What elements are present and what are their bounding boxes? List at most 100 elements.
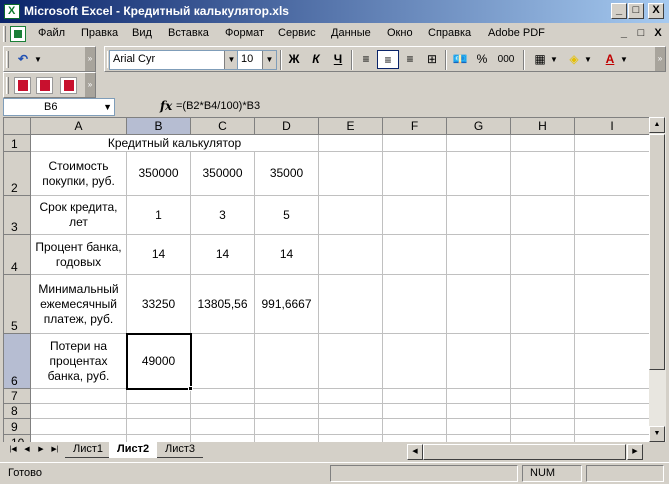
cell-g6[interactable]	[447, 334, 511, 389]
row-header-5[interactable]: 5	[4, 275, 31, 334]
toolbar-grip[interactable]	[6, 77, 9, 94]
cell-h1[interactable]	[511, 135, 575, 152]
prev-sheet-icon[interactable]: ◀	[21, 444, 33, 456]
cell-a4[interactable]: Процент банка, годовых	[31, 235, 127, 275]
cell-d2[interactable]: 35000	[255, 152, 319, 196]
excel-app-icon[interactable]	[4, 4, 20, 19]
cell-e2[interactable]	[319, 152, 383, 196]
maximize-button[interactable]: □	[628, 3, 644, 19]
cell-b5[interactable]: 33250	[127, 275, 191, 334]
column-header-d[interactable]: D	[255, 118, 319, 135]
cell-c6[interactable]	[191, 334, 255, 389]
insert-function-icon[interactable]: fx	[160, 99, 172, 113]
cell-e8[interactable]	[319, 404, 383, 419]
cell-b9[interactable]	[127, 419, 191, 435]
chevron-down-icon[interactable]: ▼	[103, 99, 112, 115]
column-header-a[interactable]: A	[31, 118, 127, 135]
column-header-g[interactable]: G	[447, 118, 511, 135]
row-header-9[interactable]: 9	[4, 419, 31, 435]
next-sheet-icon[interactable]: ▶	[35, 444, 47, 456]
formula-input[interactable]: =(B2*B4/100)*B3	[176, 100, 260, 112]
cell-g5[interactable]	[447, 275, 511, 334]
borders-dropdown-icon[interactable]: ▼	[549, 50, 559, 69]
scroll-left-icon[interactable]: ◀	[407, 444, 423, 460]
undo-dropdown-icon[interactable]: ▼	[32, 50, 44, 69]
cell-e6[interactable]	[319, 334, 383, 389]
column-header-i[interactable]: I	[575, 118, 649, 135]
cell-b4[interactable]: 14	[127, 235, 191, 275]
mdi-close-button[interactable]: X	[651, 27, 665, 39]
pdf-convert-icon[interactable]	[14, 77, 31, 94]
column-header-f[interactable]: F	[383, 118, 447, 135]
cell-f3[interactable]	[383, 196, 447, 235]
menu-edit[interactable]: Правка	[81, 27, 118, 39]
cell-g10[interactable]	[447, 435, 511, 442]
cell-i8[interactable]	[575, 404, 649, 419]
menu-insert[interactable]: Вставка	[168, 27, 209, 39]
cell-f10[interactable]	[383, 435, 447, 442]
cell-c3[interactable]: 3	[191, 196, 255, 235]
cell-c10[interactable]	[191, 435, 255, 442]
toolbar-options-icon[interactable]: »	[85, 73, 95, 97]
column-header-c[interactable]: C	[191, 118, 255, 135]
menu-tools[interactable]: Сервис	[278, 27, 316, 39]
cell-g3[interactable]	[447, 196, 511, 235]
cell-b3[interactable]: 1	[127, 196, 191, 235]
cell-c2[interactable]: 350000	[191, 152, 255, 196]
cell-h6[interactable]	[511, 334, 575, 389]
cell-b6[interactable]: 49000	[127, 334, 191, 389]
thousands-separator-button[interactable]: 000	[495, 50, 517, 69]
first-sheet-icon[interactable]: |◀	[7, 444, 19, 456]
cell-h3[interactable]	[511, 196, 575, 235]
menu-grip[interactable]	[3, 26, 6, 42]
cell-b8[interactable]	[127, 404, 191, 419]
scroll-right-icon[interactable]: ▶	[627, 444, 643, 460]
minimize-button[interactable]: _	[611, 3, 627, 19]
row-header-7[interactable]: 7	[4, 389, 31, 404]
cell-d8[interactable]	[255, 404, 319, 419]
column-header-e[interactable]: E	[319, 118, 383, 135]
chevron-down-icon[interactable]: ▼	[224, 51, 238, 69]
close-button[interactable]: X	[648, 3, 664, 19]
menu-format[interactable]: Формат	[225, 27, 264, 39]
chevron-down-icon[interactable]: ▼	[262, 51, 276, 69]
cell-e5[interactable]	[319, 275, 383, 334]
cell-a2[interactable]: Стоимость покупки, руб.	[31, 152, 127, 196]
cell-f6[interactable]	[383, 334, 447, 389]
last-sheet-icon[interactable]: ▶|	[49, 444, 61, 456]
worksheet-grid[interactable]: A B C D E F G H I 1 2 3 4 5 6 7 8 9 10 С…	[3, 117, 649, 442]
borders-icon[interactable]: ▦	[529, 50, 551, 69]
row-header-6[interactable]: 6	[4, 334, 31, 389]
cell-g1[interactable]	[447, 135, 511, 152]
cell-i10[interactable]	[575, 435, 649, 442]
undo-icon[interactable]: ↶	[12, 50, 34, 69]
fill-handle[interactable]	[188, 386, 193, 391]
percent-button[interactable]: %	[471, 50, 493, 69]
column-header-b[interactable]: B	[127, 118, 191, 135]
cell-e7[interactable]	[319, 389, 383, 404]
cell-i5[interactable]	[575, 275, 649, 334]
cell-c7[interactable]	[191, 389, 255, 404]
cell-i2[interactable]	[575, 152, 649, 196]
cell-h4[interactable]	[511, 235, 575, 275]
sheet-tab-1[interactable]: Лист1	[65, 442, 112, 458]
cell-i3[interactable]	[575, 196, 649, 235]
toolbar-options-icon[interactable]: »	[85, 47, 95, 71]
toolbar-grip[interactable]	[6, 51, 9, 68]
cell-g9[interactable]	[447, 419, 511, 435]
cell-a9[interactable]	[31, 419, 127, 435]
row-header-2[interactable]: 2	[4, 152, 31, 196]
menu-file[interactable]: Файл	[38, 27, 65, 39]
cell-i1[interactable]	[575, 135, 649, 152]
cell-e9[interactable]	[319, 419, 383, 435]
cell-f8[interactable]	[383, 404, 447, 419]
menu-adobe-pdf[interactable]: Adobe PDF	[488, 27, 545, 39]
cell-c9[interactable]	[191, 419, 255, 435]
cell-c5[interactable]: 13805,56	[191, 275, 255, 334]
scroll-up-icon[interactable]: ▲	[649, 117, 665, 133]
cell-i7[interactable]	[575, 389, 649, 404]
cell-g4[interactable]	[447, 235, 511, 275]
cell-i9[interactable]	[575, 419, 649, 435]
cell-f7[interactable]	[383, 389, 447, 404]
cell-d10[interactable]	[255, 435, 319, 442]
